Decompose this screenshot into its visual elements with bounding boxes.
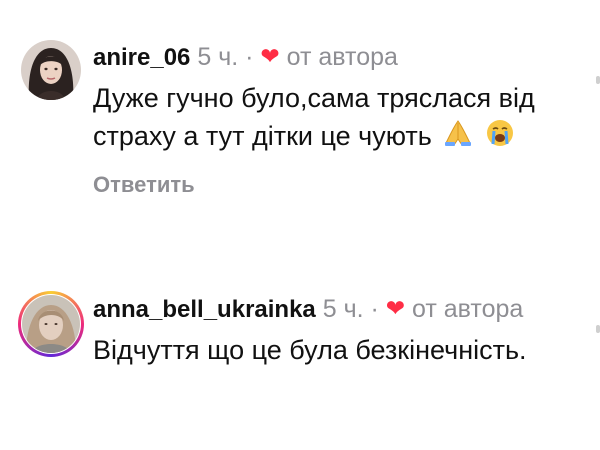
avatar[interactable]	[21, 40, 81, 100]
comment-content: anna_bell_ukrainka 5 ч. · ❤ от автора Ві…	[93, 292, 586, 369]
comment-username[interactable]: anire_06	[93, 44, 190, 71]
separator-dot: ·	[370, 295, 379, 323]
comments-page: anire_06 5 ч. · ❤ от автора Дуже гучно б…	[0, 0, 600, 450]
reply-button[interactable]: Ответить	[93, 172, 586, 198]
avatar-photo-icon	[22, 295, 80, 353]
comment-content: anire_06 5 ч. · ❤ от автора Дуже гучно б…	[93, 40, 586, 198]
scroll-edge-mark	[596, 325, 600, 333]
comment-time: 5 ч.	[197, 43, 239, 71]
loudly-crying-face-icon	[485, 118, 515, 158]
folded-hands-icon	[443, 119, 473, 157]
comment-meta: anna_bell_ukrainka 5 ч. · ❤ от автора	[93, 292, 586, 327]
liked-by-author-label: от автора	[286, 43, 398, 71]
scroll-edge-mark	[596, 76, 600, 84]
liked-by-author-label: от автора	[412, 295, 524, 323]
avatar	[22, 295, 80, 353]
heart-icon: ❤	[260, 43, 280, 69]
heart-icon: ❤	[385, 295, 406, 321]
separator-dot: ·	[245, 43, 254, 71]
comment-text: Відчуття що це була безкінечність.	[93, 335, 527, 365]
avatar-photo-icon	[21, 40, 81, 100]
comment-meta: anire_06 5 ч. · ❤ от автора	[93, 40, 586, 75]
comment-text: Дуже гучно було,сама тряслася від страху…	[93, 79, 586, 158]
story-ring[interactable]	[18, 291, 84, 357]
comment-username[interactable]: anna_bell_ukrainka	[93, 296, 316, 323]
comment-time: 5 ч.	[322, 295, 364, 323]
